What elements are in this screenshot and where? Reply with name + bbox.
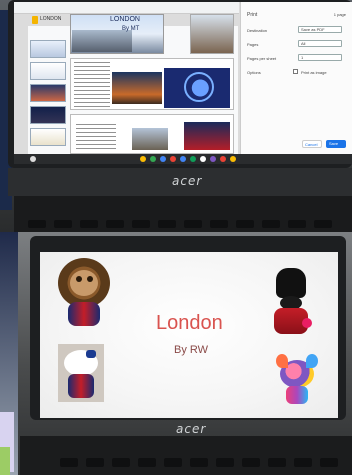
keyboard-key xyxy=(216,458,234,467)
shelf-app-icon[interactable] xyxy=(180,156,186,162)
keyboard-key xyxy=(294,458,312,467)
destination-row: Destination Save as PDF xyxy=(245,26,348,35)
top-laptop-screen: LONDON LONDON By MT Print 1 page Destina… xyxy=(14,2,352,160)
destination-select[interactable]: Save as PDF xyxy=(298,26,342,33)
options-label: Options xyxy=(247,70,261,75)
top-laptop-brand: acer xyxy=(172,174,203,188)
keyboard-key xyxy=(210,220,228,228)
shelf-app-icon[interactable] xyxy=(150,156,156,162)
guard-tag xyxy=(302,318,312,328)
pages-select[interactable]: All xyxy=(298,40,342,47)
print-panel: Print 1 page Destination Save as PDF Pag… xyxy=(240,2,352,160)
slide-subtitle: By RW xyxy=(174,344,209,356)
keyboard-key xyxy=(112,458,130,467)
keyboard-key xyxy=(28,220,46,228)
bottom-laptop-photo: London By RW acer xyxy=(0,232,352,475)
slide-thumbnail[interactable] xyxy=(30,84,66,102)
guard-bearskin-hat xyxy=(276,268,306,298)
keyboard-key xyxy=(314,220,332,228)
pages-row: Pages All xyxy=(245,40,348,49)
text-block-image xyxy=(74,62,110,108)
shelf-app-icon[interactable] xyxy=(160,156,166,162)
keyboard-key xyxy=(164,458,182,467)
keyboard-key xyxy=(54,220,72,228)
slide-thumbnail[interactable] xyxy=(30,128,66,146)
keyboard-key xyxy=(138,458,156,467)
keyboard-key xyxy=(86,458,104,467)
lion-plush-image xyxy=(54,256,114,328)
keyboard-key xyxy=(236,220,254,228)
slide-thumbnail[interactable] xyxy=(30,62,66,80)
pages-per-sheet-select[interactable]: 1 xyxy=(298,54,342,61)
print-as-image-label: Print as image xyxy=(301,70,327,75)
destination-label: Destination xyxy=(247,28,268,33)
docs-toolbar xyxy=(14,2,239,14)
keyboard-key xyxy=(320,458,338,467)
keyboard-key xyxy=(268,458,286,467)
shelf-app-icon[interactable] xyxy=(220,156,226,162)
bottom-laptop-screen: London By RW xyxy=(40,252,338,418)
keyboard-key xyxy=(262,220,280,228)
pages-per-sheet-row: Pages per sheet 1 xyxy=(245,54,348,63)
lion-face xyxy=(70,270,98,296)
keyboard-key xyxy=(60,458,78,467)
keyboard-key xyxy=(242,458,260,467)
big-ben-photo xyxy=(112,72,162,104)
kitty-bow xyxy=(86,350,96,358)
green-paper xyxy=(0,447,10,475)
launcher-icon[interactable] xyxy=(30,156,36,162)
slide-thumbnail[interactable] xyxy=(30,40,66,58)
browser-doc-title[interactable]: LONDON xyxy=(40,16,61,22)
keyboard-key xyxy=(80,220,98,228)
shelf-app-icon[interactable] xyxy=(200,156,206,162)
pages-per-sheet-label: Pages per sheet xyxy=(247,56,277,61)
guard-photo xyxy=(184,122,230,150)
top-laptop-photo: LONDON LONDON By MT Print 1 page Destina… xyxy=(0,0,352,232)
keyboard-key xyxy=(288,220,306,228)
keyboard-key xyxy=(184,220,202,228)
slide-subtitle-text: By MT xyxy=(122,26,140,32)
print-pages-count: 1 page xyxy=(333,12,346,17)
dog-ear-left xyxy=(276,354,288,368)
hello-kitty-image xyxy=(58,344,104,402)
shelf-app-icon[interactable] xyxy=(190,156,196,162)
slide-thumbnail[interactable] xyxy=(30,106,66,124)
kitty-body xyxy=(68,374,94,398)
big-ben-thumbnail xyxy=(190,14,234,54)
keyboard-key xyxy=(158,220,176,228)
options-row: Options Print as image xyxy=(245,68,348,77)
dog-body xyxy=(286,386,308,404)
london-eye-wheel xyxy=(184,72,214,102)
shelf-app-icon[interactable] xyxy=(230,156,236,162)
keyboard-key xyxy=(190,458,208,467)
print-panel-title: Print xyxy=(247,12,258,18)
dog-plush-image xyxy=(274,354,322,406)
skyline-image xyxy=(72,30,132,52)
text-block-image-2 xyxy=(76,124,116,150)
pages-label: Pages xyxy=(247,42,259,47)
slide-title: London xyxy=(156,312,223,334)
bottom-laptop-brand: acer xyxy=(176,422,207,436)
lion-body xyxy=(68,302,100,326)
slides-logo-icon xyxy=(32,16,38,24)
dog-ear-right xyxy=(306,354,318,368)
save-button[interactable]: Save xyxy=(326,140,346,148)
shelf-app-icon[interactable] xyxy=(140,156,146,162)
guard-plush-image xyxy=(266,268,318,338)
shelf-app-icon[interactable] xyxy=(210,156,216,162)
palace-photo xyxy=(132,128,168,150)
lion-eye-left xyxy=(76,276,82,282)
slide-title-text: LONDON xyxy=(110,16,140,23)
cancel-button[interactable]: Cancel xyxy=(302,140,322,148)
bottom-laptop-keyboard xyxy=(20,436,352,475)
shelf-app-icon[interactable] xyxy=(170,156,176,162)
lion-eye-right xyxy=(87,276,93,282)
keyboard-key xyxy=(132,220,150,228)
keyboard-key xyxy=(106,220,124,228)
print-as-image-checkbox[interactable] xyxy=(293,69,298,74)
